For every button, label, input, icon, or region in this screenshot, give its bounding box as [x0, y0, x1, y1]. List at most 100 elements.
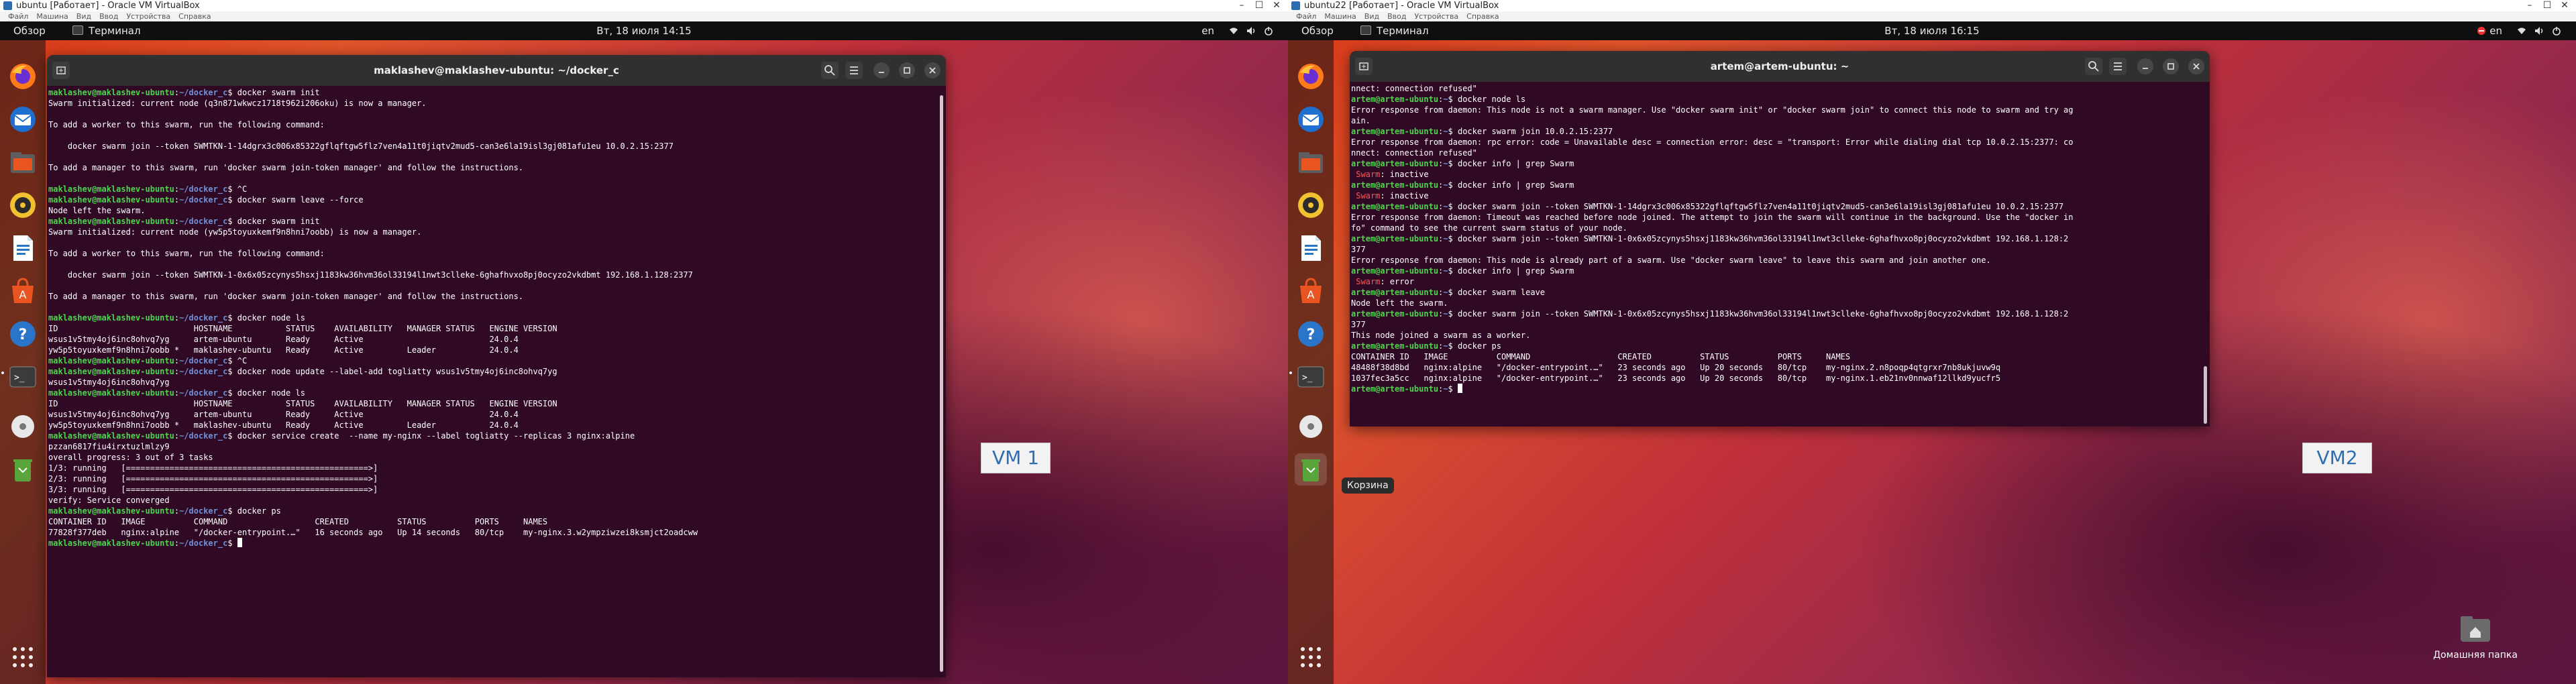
close-icon[interactable]: ✕: [2556, 0, 2573, 11]
maximize-icon[interactable]: ☐: [1250, 0, 1268, 11]
menu-input[interactable]: Ввод: [1387, 11, 1406, 21]
prompt-colon: :: [174, 388, 180, 398]
maximize-button[interactable]: [899, 62, 915, 78]
menu-button[interactable]: [845, 62, 863, 79]
show-apps-icon[interactable]: [1299, 645, 1323, 669]
menu-view[interactable]: Вид: [1364, 11, 1379, 21]
vm2-scrollbar-thumb[interactable]: [2204, 366, 2207, 424]
close-button[interactable]: [924, 62, 941, 78]
keyboard-layout[interactable]: en: [2489, 21, 2502, 40]
menu-help[interactable]: Справка: [1466, 11, 1499, 21]
minimize-icon[interactable]: –: [2521, 0, 2538, 11]
help-icon[interactable]: ?: [7, 318, 39, 350]
output-text: overall progress: 3 out of 3 tasks: [48, 453, 213, 462]
prompt-dollar: $: [227, 506, 237, 516]
prompt-path: ~: [1443, 288, 1448, 297]
menu-file[interactable]: Файл: [8, 11, 28, 21]
rhythmbox-icon[interactable]: [7, 189, 39, 221]
virtualbox-icon: [3, 1, 12, 10]
menu-devices[interactable]: Устройства: [1414, 11, 1458, 21]
firefox-icon[interactable]: [1295, 60, 1327, 93]
files-icon[interactable]: [7, 146, 39, 178]
menu-machine[interactable]: Машина: [1324, 11, 1356, 21]
writer-icon[interactable]: [7, 232, 39, 264]
volume-icon[interactable]: [1246, 26, 1256, 36]
minimize-icon[interactable]: –: [1233, 0, 1250, 11]
network-icon[interactable]: [1229, 26, 1238, 36]
menu-devices[interactable]: Устройства: [126, 11, 170, 21]
help-icon[interactable]: ?: [1295, 318, 1327, 350]
vm1-screen: ubuntu [Работает] - Oracle VM VirtualBox…: [0, 0, 1288, 684]
terminal-icon[interactable]: >_: [1295, 361, 1327, 393]
home-folder-desktop-item[interactable]: Домашняя папка: [2422, 614, 2529, 661]
show-apps-icon[interactable]: [11, 645, 35, 669]
output-text: yw5p5toyuxkemf9n8hni7oobb * maklashev-ub…: [48, 420, 519, 430]
terminal-line: verify: Service converged: [48, 495, 936, 506]
menu-input[interactable]: Ввод: [99, 11, 118, 21]
close-button[interactable]: [2188, 58, 2204, 74]
clock[interactable]: Вт, 18 июля 14:15: [0, 21, 1288, 40]
menu-view[interactable]: Вид: [76, 11, 91, 21]
maximize-icon: [904, 67, 910, 74]
prompt-path: ~: [1443, 202, 1448, 211]
vm1-terminal-output[interactable]: maklashev@maklashev-ubuntu:~/docker_c$ d…: [48, 87, 936, 677]
command-text: docker service create --name my-nginx --…: [237, 431, 635, 441]
terminal-line: maklashev@maklashev-ubuntu:~/docker_c$ d…: [48, 194, 936, 205]
command-text: docker info | grep Swarm: [1457, 159, 1574, 168]
prompt-dollar: $: [1448, 341, 1458, 351]
disc-icon[interactable]: [7, 410, 39, 443]
prompt-user: maklashev@maklashev-ubuntu: [48, 431, 174, 441]
writer-icon[interactable]: [1295, 232, 1327, 264]
power-icon[interactable]: [1264, 26, 1273, 36]
menu-help[interactable]: Справка: [178, 11, 211, 21]
trash-icon[interactable]: [1295, 453, 1327, 486]
app-center-icon[interactable]: A: [1295, 275, 1327, 307]
maximize-button[interactable]: [2163, 58, 2179, 74]
menu-button[interactable]: [2109, 58, 2127, 75]
output-text: CONTAINER ID IMAGE COMMAND CREATED STATU…: [1351, 352, 1851, 361]
network-icon[interactable]: [2517, 26, 2526, 36]
disc-icon[interactable]: [1295, 410, 1327, 443]
output-text: verify: Service converged: [48, 496, 170, 505]
search-button[interactable]: [821, 62, 839, 79]
terminal-line: Error response from daemon: rpc error: c…: [1351, 137, 2200, 148]
search-button[interactable]: [2085, 58, 2102, 75]
files-icon[interactable]: [1295, 146, 1327, 178]
output-text: 3/3: running [==========================…: [48, 485, 378, 494]
app-center-icon[interactable]: A: [7, 275, 39, 307]
trash-icon[interactable]: [7, 453, 39, 486]
vm2-terminal-output[interactable]: nnect: connection refused" artem@artem-ub…: [1351, 83, 2200, 426]
clock[interactable]: Вт, 18 июля 16:15: [1288, 21, 2576, 40]
terminal-icon[interactable]: >_: [7, 361, 39, 393]
terminal-line: artem@artem-ubuntu:~$ docker info | grep…: [1351, 266, 2200, 276]
recording-icon[interactable]: [2477, 26, 2486, 36]
swarm-value: : error: [1380, 277, 1414, 286]
menu-file[interactable]: Файл: [1296, 11, 1316, 21]
power-icon[interactable]: [2552, 26, 2561, 36]
output-text: wsus1v5tmy4oj6inc8ohvq7yg: [48, 378, 170, 387]
keyboard-layout[interactable]: en: [1201, 21, 1214, 40]
prompt-dollar: $: [227, 313, 237, 323]
thunderbird-icon[interactable]: [1295, 103, 1327, 135]
volume-icon[interactable]: [2534, 26, 2544, 36]
new-tab-button[interactable]: [1355, 58, 1373, 75]
prompt-user: artem@artem-ubuntu: [1351, 234, 1439, 243]
close-icon[interactable]: ✕: [1268, 0, 1285, 11]
thunderbird-icon[interactable]: [7, 103, 39, 135]
new-tab-button[interactable]: [52, 62, 70, 79]
terminal-line: artem@artem-ubuntu:~$ docker swarm join …: [1351, 233, 2200, 244]
rhythmbox-icon[interactable]: [1295, 189, 1327, 221]
minimize-button[interactable]: [2137, 58, 2153, 74]
vm1-scrollbar-thumb[interactable]: [940, 95, 943, 672]
output-text: ID HOSTNAME STATUS AVAILABILITY MANAGER …: [48, 324, 557, 333]
firefox-icon[interactable]: [7, 60, 39, 93]
output-text: ID HOSTNAME STATUS AVAILABILITY MANAGER …: [48, 399, 557, 408]
minimize-button[interactable]: [873, 62, 890, 78]
prompt-user: artem@artem-ubuntu: [1351, 309, 1439, 319]
output-text: Error response from daemon: Timeout was …: [1351, 213, 2074, 222]
maximize-icon[interactable]: ☐: [2538, 0, 2556, 11]
menu-machine[interactable]: Машина: [36, 11, 68, 21]
svg-text:?: ?: [1307, 327, 1316, 343]
